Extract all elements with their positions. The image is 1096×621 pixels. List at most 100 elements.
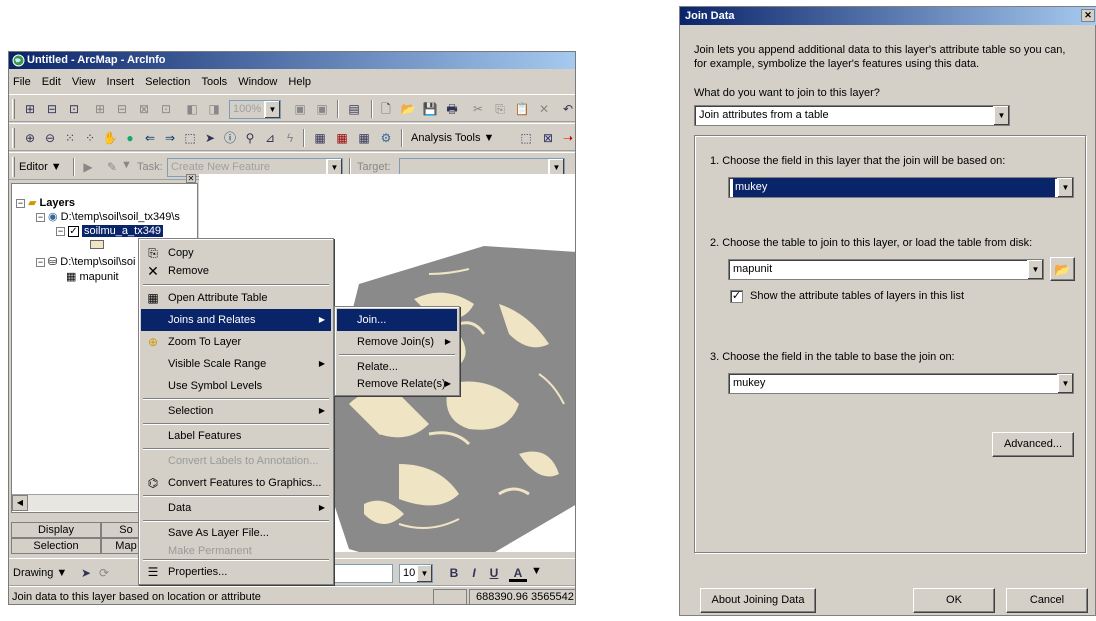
menu-data[interactable]: Data ▶ [141, 497, 331, 519]
zoom-in-icon[interactable]: ⊕ [21, 129, 39, 147]
zoom-out-fixed-icon[interactable]: ⊟ [43, 100, 61, 118]
copy-icon[interactable]: ⎘ [491, 100, 509, 118]
font-color-icon[interactable]: A [509, 564, 527, 582]
layer-visibility-checkbox[interactable]: ✓ [68, 225, 79, 237]
close-icon[interactable]: ✕ [186, 174, 196, 183]
toc-layer-soilmu[interactable]: − ✓ soilmu_a_tx349 [56, 225, 164, 237]
menu-convert-labels[interactable]: Convert Labels to Annotation... [141, 450, 331, 472]
menu-remove[interactable]: ✕ Remove [141, 260, 331, 282]
menu-open-attribute-table[interactable]: ▦ Open Attribute Table [141, 287, 331, 309]
full-extent-globe-icon[interactable]: ● [121, 129, 139, 147]
open-folder-icon[interactable]: 📂 [399, 100, 417, 118]
undo-icon[interactable]: ↶ [559, 100, 575, 118]
font-size-combo[interactable]: 10 ▼ [399, 564, 433, 583]
toolbar-grip[interactable] [12, 99, 15, 119]
forward-arrow-icon[interactable]: ⇒ [161, 129, 179, 147]
back-arrow-icon[interactable]: ⇐ [141, 129, 159, 147]
layer-field-select[interactable]: mukey ▼ [728, 177, 1074, 198]
join-type-select[interactable]: Join attributes from a table ▼ [694, 105, 1010, 126]
cut-icon[interactable]: ✂ [469, 100, 487, 118]
toc-layer-source[interactable]: − ◉ D:\temp\soil\soil_tx349\s [36, 210, 180, 223]
select-elements-icon[interactable]: ➤ [77, 564, 95, 582]
new-document-icon[interactable]: 🗋 [377, 100, 395, 118]
menu-remove-joins[interactable]: Remove Join(s) ▶ [337, 331, 457, 353]
chevron-down-icon[interactable]: ▼ [416, 565, 432, 582]
toolbar-grip[interactable] [12, 128, 15, 148]
zoom-out-icon[interactable]: ⊖ [41, 129, 59, 147]
layout-pan-icon[interactable]: ⊠ [135, 100, 153, 118]
full-extent-icon[interactable]: ⊡ [65, 100, 83, 118]
scroll-left-icon[interactable]: ◀ [12, 495, 28, 511]
pan-hand-icon[interactable]: ✋ [101, 129, 119, 147]
menu-selection[interactable]: Selection [141, 72, 194, 92]
menu-label-features[interactable]: Label Features [141, 425, 331, 447]
cancel-button[interactable]: Cancel [1006, 588, 1088, 613]
print-icon[interactable]: 🖶 [443, 100, 461, 118]
menu-tools[interactable]: Tools [197, 72, 231, 92]
editor-toolbar-icon[interactable]: ▦ [311, 129, 329, 147]
zoom-in-fixed-icon[interactable]: ⊞ [21, 100, 39, 118]
menu-selection[interactable]: Selection ▶ [141, 400, 331, 422]
select-features-icon[interactable]: ⬚ [181, 129, 199, 147]
delete-icon[interactable]: ✕ [535, 100, 553, 118]
font-color-dropdown[interactable]: ▼ [531, 565, 542, 577]
menu-view[interactable]: View [68, 72, 100, 92]
layer-symbol-swatch[interactable] [90, 240, 104, 249]
layout-zoom-icon[interactable]: ⊞ [91, 100, 109, 118]
menu-edit[interactable]: Edit [38, 72, 65, 92]
menu-remove-relates[interactable]: Remove Relate(s) ▶ [337, 373, 457, 395]
join-table-select[interactable]: mapunit ▼ [728, 259, 1044, 280]
menu-use-symbol-levels[interactable]: Use Symbol Levels [141, 375, 331, 397]
tab-selection[interactable]: Selection [11, 538, 101, 554]
toc-layers-root[interactable]: − ▰ Layers [16, 196, 75, 209]
previous-extent-icon[interactable]: ◧ [183, 100, 201, 118]
model-builder-icon[interactable]: ⚙ [377, 129, 395, 147]
editor-menu[interactable]: Editor ▼ [19, 159, 62, 175]
chevron-down-icon[interactable]: ▼ [1057, 374, 1073, 393]
toc-table-source[interactable]: − ⛁ D:\temp\soil\soi [36, 255, 135, 268]
fixed-zoom-out-icon[interactable]: ⁘ [81, 129, 99, 147]
arctoolbox-icon[interactable]: ▦ [333, 129, 351, 147]
close-icon[interactable]: ✕ [1081, 9, 1095, 22]
select-elements-icon[interactable]: ➤ [201, 129, 219, 147]
toc-table-mapunit[interactable]: ▦ mapunit [66, 270, 119, 283]
collapse-icon[interactable]: − [36, 212, 45, 222]
bold-icon[interactable]: B [445, 564, 463, 582]
analysis-tools-menu[interactable]: Analysis Tools ▼ [411, 130, 494, 146]
layout-full-icon[interactable]: ⊡ [157, 100, 175, 118]
measure-icon[interactable]: ⊿ [261, 129, 279, 147]
chevron-down-icon[interactable]: ▼ [993, 106, 1009, 125]
identify-icon[interactable]: ⓘ [221, 129, 239, 147]
menu-convert-features[interactable]: ⌬ Convert Features to Graphics... [141, 472, 331, 494]
italic-icon[interactable]: I [465, 564, 483, 582]
drawing-menu[interactable]: Drawing ▼ [13, 565, 67, 581]
menu-properties[interactable]: ☰ Properties... [141, 561, 331, 583]
collapse-icon[interactable]: − [16, 198, 25, 208]
menu-join[interactable]: Join... [337, 309, 457, 331]
advanced-button[interactable]: Advanced... [992, 432, 1074, 457]
menu-joins-and-relates[interactable]: Joins and Relates ▶ [141, 309, 331, 331]
menu-window[interactable]: Window [234, 72, 281, 92]
sketch-dropdown[interactable]: ▼ [121, 159, 132, 171]
menu-visible-scale-range[interactable]: Visible Scale Range ▶ [141, 353, 331, 375]
underline-icon[interactable]: U [485, 564, 503, 582]
focus-frame-icon[interactable]: ▣ [313, 100, 331, 118]
chevron-down-icon[interactable]: ▼ [1027, 260, 1043, 279]
fixed-zoom-in-icon[interactable]: ⁙ [61, 129, 79, 147]
menu-insert[interactable]: Insert [103, 72, 139, 92]
command-line-icon[interactable]: ▦ [355, 129, 373, 147]
tab-display[interactable]: Display [11, 522, 101, 538]
zoom-combo[interactable]: 100% ▼ [229, 100, 281, 119]
select-by-rectangle-icon[interactable]: ⬚ [517, 129, 535, 147]
clear-selection-icon[interactable]: ⊠ [539, 129, 557, 147]
layer-name[interactable]: soilmu_a_tx349 [82, 225, 164, 237]
collapse-icon[interactable]: − [56, 226, 65, 236]
collapse-icon[interactable]: − [36, 257, 45, 267]
table-field-select[interactable]: mukey ▼ [728, 373, 1074, 394]
hyperlink-icon[interactable]: ϟ [281, 129, 299, 147]
find-binoculars-icon[interactable]: ⚲ [241, 129, 259, 147]
save-icon[interactable]: 💾 [421, 100, 439, 118]
arrow-tool-icon[interactable]: ➝ [559, 129, 575, 147]
next-extent-icon[interactable]: ◨ [205, 100, 223, 118]
toggle-draft-icon[interactable]: ▣ [291, 100, 309, 118]
